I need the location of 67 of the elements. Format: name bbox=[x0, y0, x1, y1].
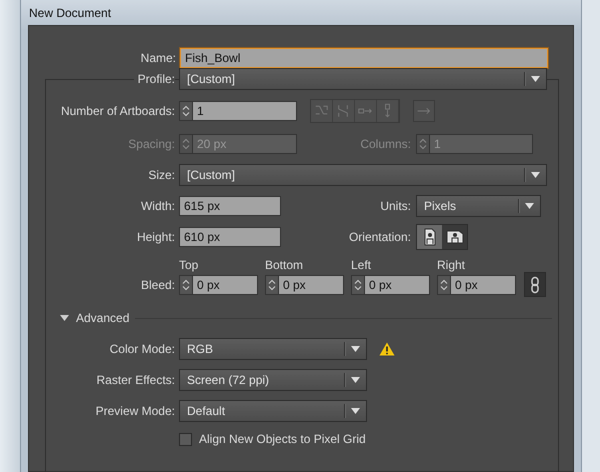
spinner-arrows-icon bbox=[418, 137, 428, 151]
spinner-arrows-icon bbox=[181, 104, 191, 118]
caret-icon bbox=[525, 203, 534, 209]
arrow-right-icon[interactable] bbox=[413, 100, 435, 122]
bleed-field[interactable]: 0 px bbox=[279, 275, 344, 295]
spinner-arrows-icon bbox=[181, 137, 191, 151]
landscape-page-icon bbox=[446, 230, 464, 244]
spinner-arrows-icon bbox=[181, 278, 191, 292]
stepper-button[interactable] bbox=[265, 275, 279, 295]
field-label: Height: bbox=[136, 230, 175, 244]
spinner-arrows-icon bbox=[267, 278, 277, 292]
dropdown[interactable]: Default bbox=[179, 400, 367, 422]
stepper-button[interactable] bbox=[351, 275, 365, 295]
arrange-column-icon[interactable] bbox=[377, 100, 399, 122]
caret-icon bbox=[351, 377, 360, 383]
field-label: Raster Effects: bbox=[96, 373, 175, 387]
field-label: Columns: bbox=[359, 137, 411, 151]
expand-triangle-icon[interactable] bbox=[60, 315, 69, 321]
field-label: Color Mode: bbox=[108, 342, 175, 356]
stepper-button[interactable] bbox=[437, 275, 451, 295]
name-field[interactable]: Fish_Bowl bbox=[180, 48, 548, 68]
height-field[interactable]: 610 px bbox=[179, 227, 281, 247]
checkbox[interactable] bbox=[179, 432, 192, 446]
field-label: Left bbox=[351, 257, 372, 274]
bleed-field[interactable]: 0 px bbox=[193, 275, 258, 295]
checkbox-label: Align New Objects to Pixel Grid bbox=[199, 432, 366, 446]
portrait-button[interactable] bbox=[417, 225, 442, 249]
field-label: Preview Mode: bbox=[94, 404, 175, 418]
grid-by-row-icon[interactable] bbox=[311, 100, 333, 122]
field-label: Spacing: bbox=[127, 137, 175, 151]
bleed-field[interactable]: 0 px bbox=[365, 275, 430, 295]
chain-link-icon bbox=[530, 276, 540, 294]
field-label: Bleed: bbox=[140, 277, 175, 294]
caret-icon bbox=[351, 408, 360, 414]
field-label: Number of Artboards: bbox=[60, 104, 175, 118]
field-label: Bottom bbox=[265, 257, 304, 274]
spinner-arrows-icon bbox=[353, 278, 363, 292]
dropdown[interactable]: Screen (72 ppi) bbox=[179, 369, 367, 391]
caret-icon bbox=[531, 76, 540, 82]
field-label: Top bbox=[179, 257, 200, 274]
stepper-button[interactable] bbox=[179, 134, 193, 154]
portrait-page-icon bbox=[422, 228, 436, 246]
bleed-field[interactable]: 0 px bbox=[451, 275, 516, 295]
window-title: New Document bbox=[29, 6, 112, 20]
field-label: Name: bbox=[140, 51, 176, 65]
dropdown[interactable]: RGB bbox=[179, 338, 367, 360]
units-dropdown[interactable]: Pixels bbox=[416, 195, 541, 217]
caret-icon bbox=[531, 172, 540, 178]
field-label: Size: bbox=[147, 168, 175, 182]
field-label: Right bbox=[437, 257, 466, 274]
spinner-arrows-icon bbox=[439, 278, 449, 292]
width-field[interactable]: 615 px bbox=[179, 196, 281, 216]
stepper-button[interactable] bbox=[179, 275, 193, 295]
arrange-row-icon[interactable] bbox=[355, 100, 377, 122]
field-label: Width: bbox=[140, 199, 175, 213]
profile-dropdown[interactable]: [Custom] bbox=[179, 68, 547, 90]
field-label: Profile: bbox=[134, 72, 175, 86]
artboards-field[interactable]: 1 bbox=[193, 101, 297, 121]
stepper-button[interactable] bbox=[179, 101, 193, 121]
size-dropdown[interactable]: [Custom] bbox=[179, 164, 547, 186]
link-button[interactable] bbox=[524, 272, 546, 297]
section-header[interactable]: Advanced bbox=[76, 311, 130, 325]
field-label: Orientation: bbox=[348, 230, 411, 244]
field-label: Units: bbox=[379, 199, 411, 213]
landscape-button[interactable] bbox=[442, 225, 467, 249]
stepper-button[interactable] bbox=[416, 134, 430, 154]
caret-icon bbox=[351, 346, 360, 352]
